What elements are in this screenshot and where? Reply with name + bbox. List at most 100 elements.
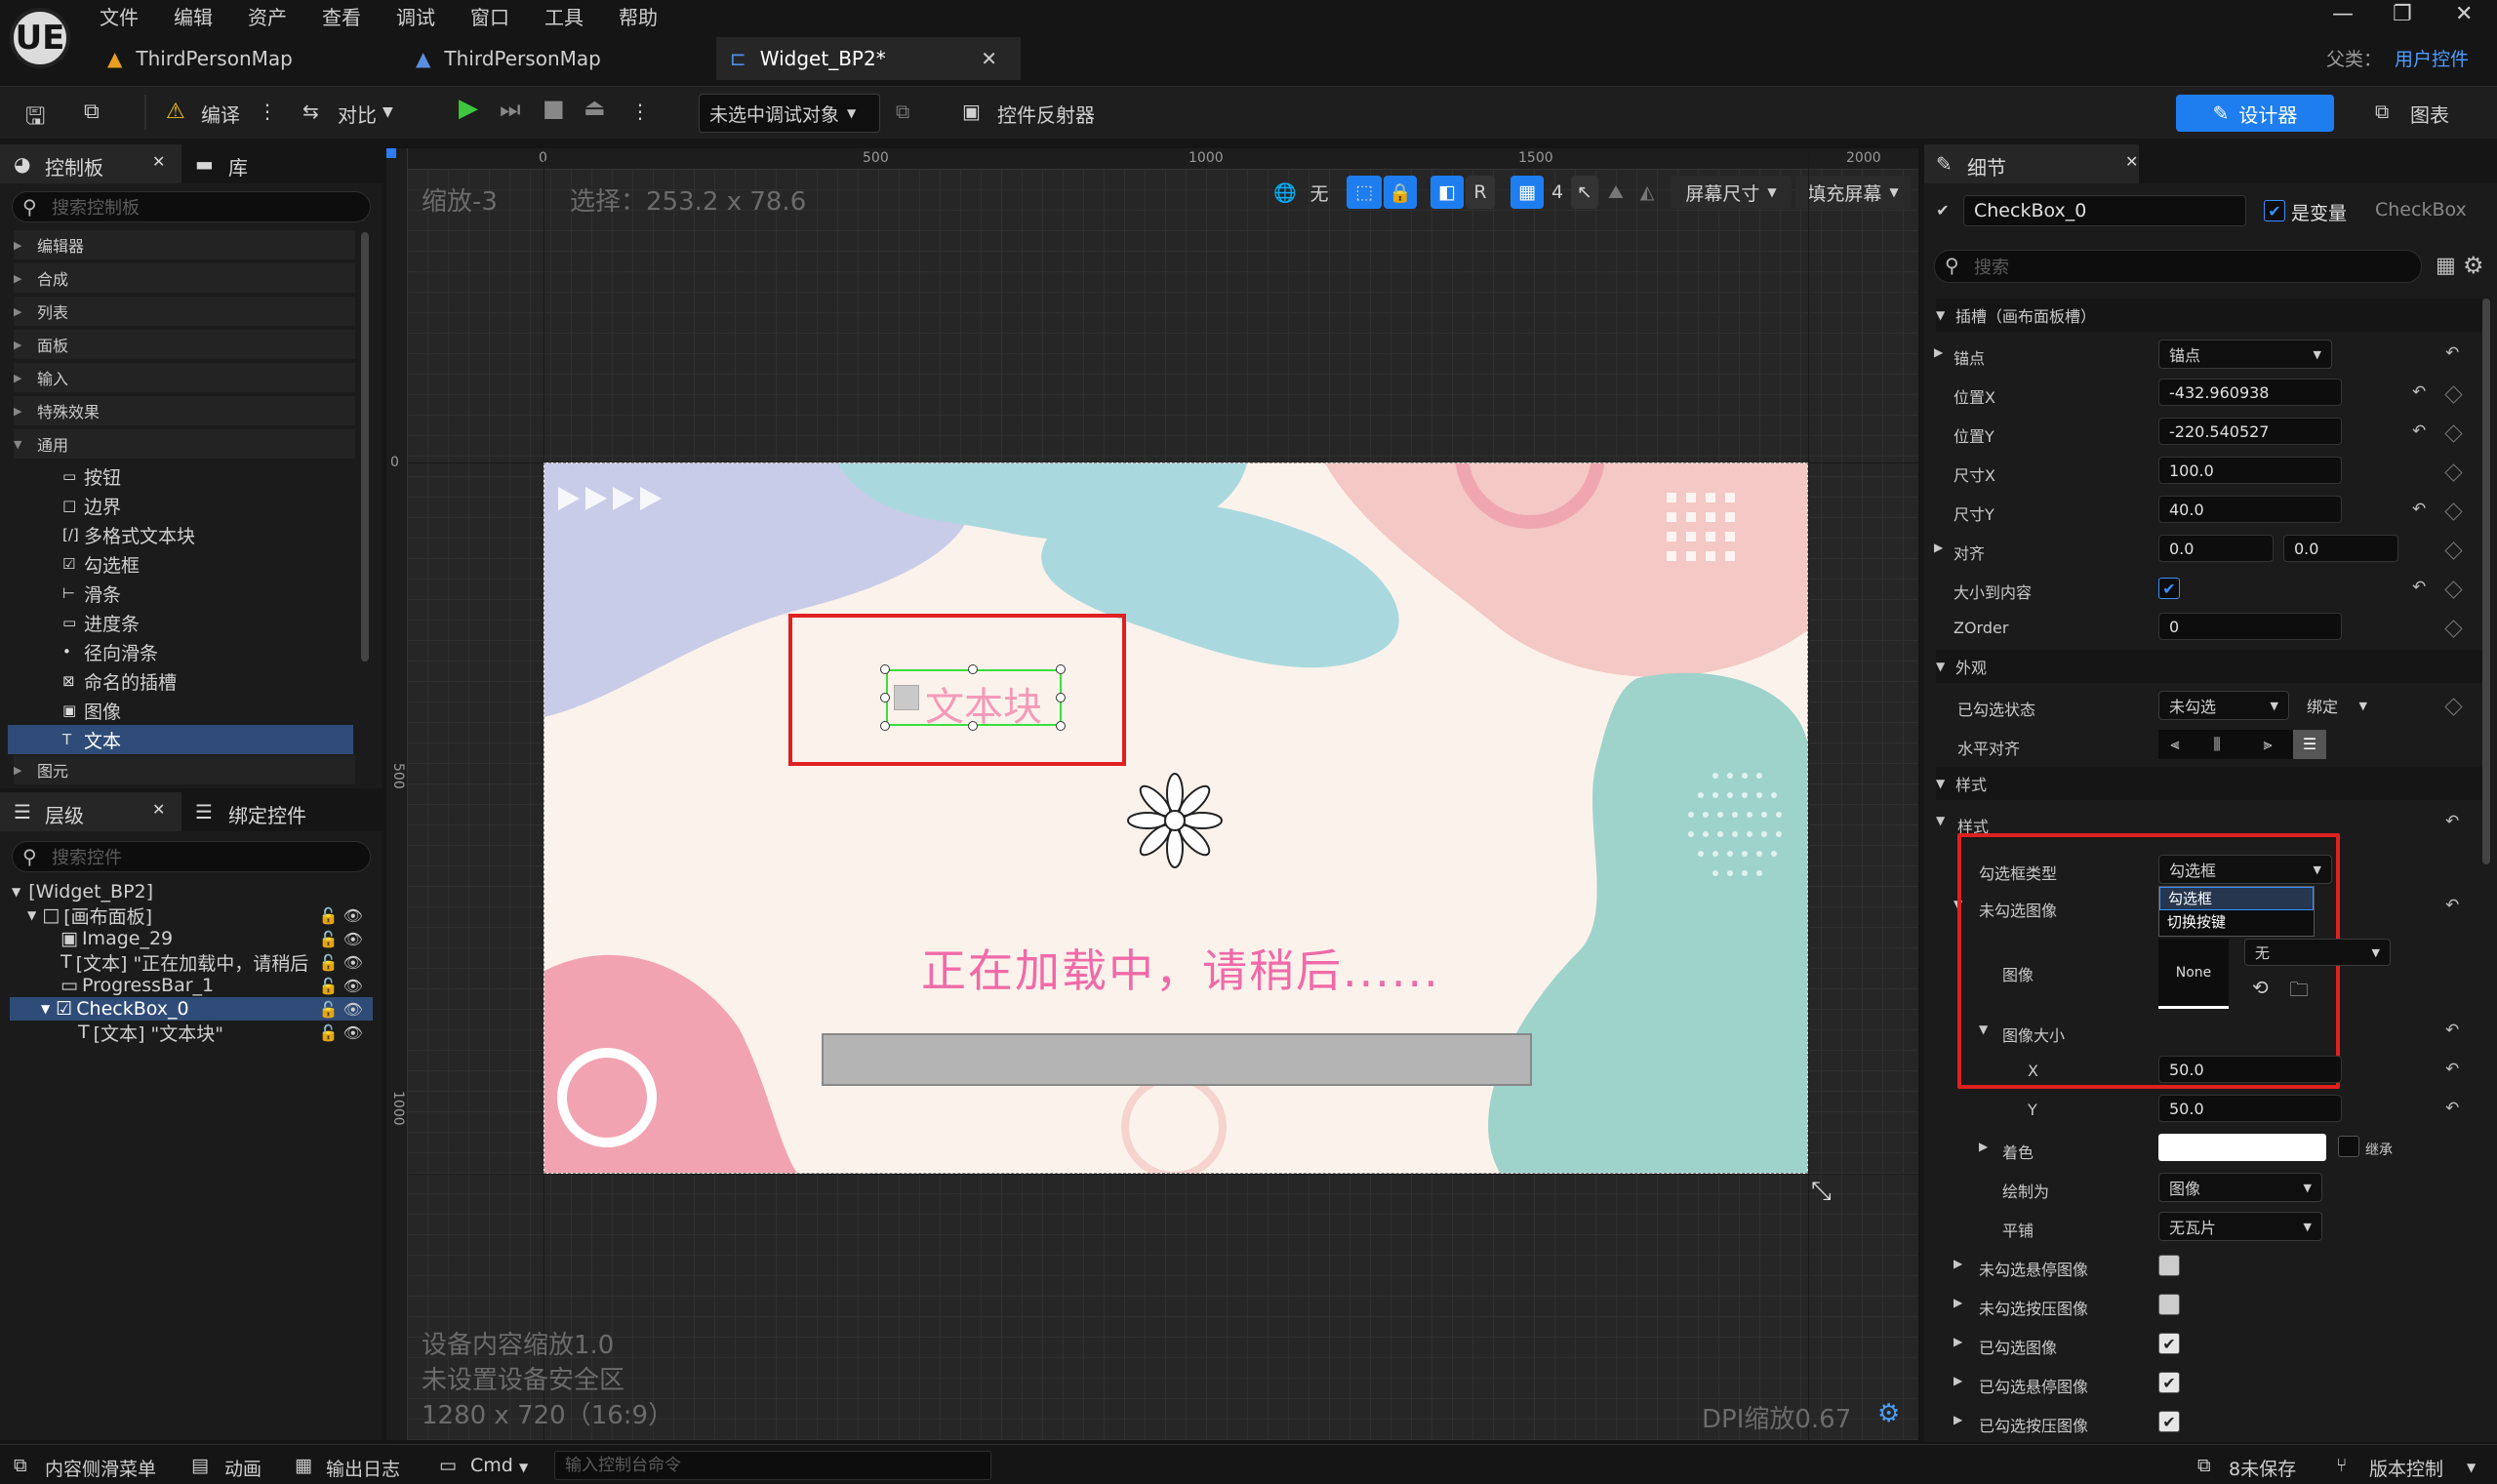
mirror-icon[interactable]: ◭ xyxy=(1633,176,1661,209)
align-y-input[interactable]: 0.0 xyxy=(2283,535,2398,562)
resize-handle[interactable] xyxy=(968,721,978,731)
fill-screen-select[interactable]: 填充屏幕 ▼ xyxy=(1795,176,1911,209)
keyframe-icon[interactable] xyxy=(2444,541,2463,560)
tree-item-checkbox[interactable]: ▼ ☑ CheckBox_0 🔓 👁 xyxy=(10,997,373,1021)
resize-handle[interactable] xyxy=(968,664,978,674)
widget-canvas[interactable]: 文本块 正在加载中，请稍后...... xyxy=(544,462,1808,1174)
zorder-input[interactable]: 0 xyxy=(2158,613,2342,640)
resize-handle[interactable] xyxy=(1056,693,1066,702)
close-icon[interactable]: ✕ xyxy=(152,152,165,171)
grid-snap-value[interactable]: 4 xyxy=(1546,176,1569,209)
category-list[interactable]: ▶ 列表 xyxy=(14,297,355,326)
eye-icon[interactable]: 🔓 👁 xyxy=(318,952,363,972)
category-common[interactable]: ▼ 通用 xyxy=(14,429,355,459)
debug-browse-icon[interactable]: ⧉ xyxy=(896,100,909,123)
browse-folder-icon[interactable]: 🗀 xyxy=(2289,976,2309,1009)
details-search-input[interactable]: ⚲ 搜索 xyxy=(1934,250,2422,283)
keyframe-icon[interactable] xyxy=(2444,463,2463,482)
resize-canvas-icon[interactable]: ⤡ xyxy=(1811,1177,1832,1207)
category-input[interactable]: ▶ 输入 xyxy=(14,363,355,392)
image-asset-select[interactable]: 无 ▼ xyxy=(2244,939,2391,966)
reset-icon[interactable]: ↶ xyxy=(2445,896,2459,915)
tab-library[interactable]: 库 xyxy=(228,152,248,180)
chevron-down-icon[interactable]: ▼ xyxy=(2467,1461,2476,1474)
close-icon[interactable]: ✕ xyxy=(152,800,165,819)
minimize-button[interactable]: — xyxy=(2332,2,2354,26)
keyframe-icon[interactable] xyxy=(2444,385,2463,404)
image-size-x-input[interactable]: 50.0 xyxy=(2158,1056,2342,1083)
category-primitive[interactable]: ▶ 图元 xyxy=(14,755,355,784)
reset-icon[interactable]: ↶ xyxy=(2412,421,2426,441)
keyframe-icon[interactable] xyxy=(2444,698,2463,716)
source-control-button[interactable]: 版本控制 xyxy=(2369,1455,2443,1481)
palette-item-text[interactable]: T 文本 xyxy=(8,725,353,754)
tint-color-swatch[interactable] xyxy=(2158,1134,2326,1161)
reset-icon[interactable]: ↶ xyxy=(2412,382,2426,402)
graph-button[interactable]: 图表 xyxy=(2410,100,2449,128)
menu-window[interactable]: 窗口 xyxy=(470,2,509,30)
globe-icon[interactable]: 🌐 xyxy=(1270,176,1300,209)
menu-view[interactable]: 查看 xyxy=(322,2,361,30)
output-log-button[interactable]: 输出日志 xyxy=(326,1455,400,1481)
pos-x-input[interactable]: -432.960938 xyxy=(2158,379,2342,406)
widget-name-input[interactable]: CheckBox_0 xyxy=(1963,195,2246,226)
chevron-down-icon[interactable]: ▼ xyxy=(519,1461,528,1474)
section-slot[interactable]: ▼ 插槽（画布面板槽） xyxy=(1936,299,2482,332)
unsaved-button[interactable]: 8未保存 xyxy=(2229,1455,2296,1481)
cmd-select[interactable]: Cmd xyxy=(470,1455,513,1476)
reset-icon[interactable]: ↶ xyxy=(2412,578,2426,597)
maximize-button[interactable]: ❐ xyxy=(2393,2,2412,26)
category-composite[interactable]: ▶ 合成 xyxy=(14,263,355,293)
palette-item-button[interactable]: ▭ 按钮 xyxy=(62,461,355,491)
tree-item-image[interactable]: ▣ Image_29 🔓 👁 xyxy=(60,927,373,950)
compile-icon[interactable]: ⚠ xyxy=(166,100,185,124)
hierarchy-search-input[interactable]: ⚲ 搜索控件 xyxy=(12,841,371,872)
checked-image-swatch[interactable]: ✔ xyxy=(2158,1333,2180,1354)
anchor-select[interactable]: 锚点 ▼ xyxy=(2158,340,2332,369)
is-variable-checkbox[interactable]: ✔ xyxy=(2264,200,2285,221)
eye-icon[interactable]: 🔓 👁 xyxy=(319,1000,363,1019)
lock-icon[interactable]: 🔒 xyxy=(1384,176,1417,209)
pos-y-input[interactable]: -220.540527 xyxy=(2158,418,2342,445)
option-toggle-button[interactable]: 切换按键 xyxy=(2159,910,2314,934)
animation-button[interactable]: 动画 xyxy=(224,1455,262,1481)
resize-handle[interactable] xyxy=(880,664,890,674)
cursor-icon[interactable]: ↖ xyxy=(1571,176,1598,209)
size-x-input[interactable]: 100.0 xyxy=(2158,457,2342,484)
close-icon[interactable]: ✕ xyxy=(2125,152,2138,171)
mountain-icon[interactable]: ⛰ xyxy=(1602,176,1630,209)
keyframe-icon[interactable] xyxy=(2444,581,2463,599)
details-scrollbar[interactable] xyxy=(2482,299,2490,864)
menu-edit[interactable]: 编辑 xyxy=(174,2,213,30)
palette-item-slider[interactable]: ⊢ 滑条 xyxy=(62,579,355,608)
grid-snap-icon[interactable]: ▦ xyxy=(1510,176,1544,209)
align-center-icon[interactable]: ⫼ xyxy=(2192,730,2242,759)
reset-icon[interactable]: ↶ xyxy=(2445,1060,2459,1079)
autosize-checkbox[interactable]: ✔ xyxy=(2158,578,2180,599)
menu-asset[interactable]: 资产 xyxy=(248,2,287,30)
align-left-icon[interactable]: ⫷ xyxy=(2158,730,2192,759)
align-fill-icon[interactable]: ☰ xyxy=(2293,730,2326,759)
keyframe-icon[interactable] xyxy=(2444,424,2463,443)
checked-state-select[interactable]: 未勾选 ▼ xyxy=(2158,691,2289,720)
tab-thirdpersonmap-1[interactable]: ▲ ThirdPersonMap xyxy=(94,37,386,80)
menu-debug[interactable]: 调试 xyxy=(396,2,435,30)
category-effects[interactable]: ▶ 特殊效果 xyxy=(14,396,355,425)
tab-hierarchy[interactable]: 层级 xyxy=(45,800,84,828)
play-options-icon[interactable]: ⋮ xyxy=(630,100,650,123)
content-drawer-button[interactable]: 内容侧滑菜单 xyxy=(45,1455,156,1481)
close-tab-icon[interactable]: ✕ xyxy=(981,47,997,70)
table-view-icon[interactable]: ▦ xyxy=(2436,254,2456,278)
unreal-logo-icon[interactable]: UE xyxy=(10,8,70,68)
reset-icon[interactable]: ↶ xyxy=(2445,1021,2459,1040)
align-x-input[interactable]: 0.0 xyxy=(2158,535,2274,562)
tab-widget-bp2[interactable]: ⊏ Widget_BP2* ✕ xyxy=(716,37,1021,80)
palette-item-image[interactable]: ▣ 图像 xyxy=(62,696,355,725)
menu-file[interactable]: 文件 xyxy=(100,2,139,30)
visibility-checkbox[interactable]: ✔ xyxy=(1932,199,1953,221)
reset-icon[interactable]: ↶ xyxy=(2412,500,2426,519)
palette-search-input[interactable]: ⚲ 搜索控制板 xyxy=(12,191,371,222)
step-icon[interactable]: ⏭ xyxy=(500,96,521,123)
stop-icon[interactable]: ■ xyxy=(543,95,565,122)
tab-bind-widgets[interactable]: 绑定控件 xyxy=(228,800,306,828)
